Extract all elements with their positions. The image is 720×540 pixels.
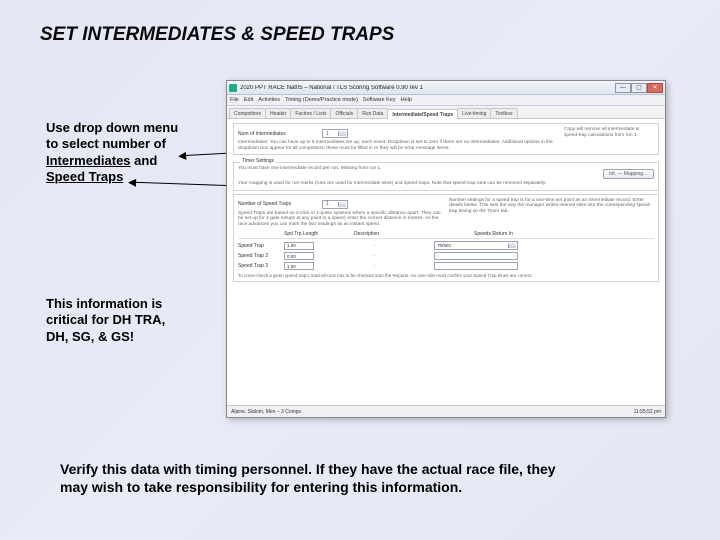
text: Verify this data with timing personnel. … <box>60 461 556 477</box>
tabbar: Competitors Header Factors / Lists Offic… <box>227 106 665 119</box>
speeds-return-cell <box>434 252 518 260</box>
desc-cell: - <box>314 263 434 269</box>
callout-critical: This information is critical for DH TRA,… <box>46 296 206 345</box>
menu-activities[interactable]: Activities <box>258 97 280 103</box>
menu-timing[interactable]: Timing (Demo/Practice mode) <box>285 97 358 103</box>
intermediates-select[interactable]: 1 <box>322 129 348 138</box>
app-icon <box>229 84 237 92</box>
tab-factors[interactable]: Factors / Lists <box>290 108 331 118</box>
minimize-button[interactable]: — <box>615 83 631 93</box>
status-left: Alpine, Slalom, Men – 3 Comps <box>231 409 301 415</box>
tab-toolbox[interactable]: Toolbox <box>490 108 517 118</box>
tab-competitors[interactable]: Competitors <box>229 108 266 118</box>
speeds-return-cell <box>434 262 518 270</box>
intro-panel: Num of Intermediates 1 Intermediates: Yo… <box>233 123 659 155</box>
grid-row: Speed Trap 1.00 - m/sec <box>238 241 654 250</box>
titlebar: 2020 PPT RACE Nat05 – National / TLS Sco… <box>227 81 665 95</box>
maximize-button[interactable]: ▢ <box>631 83 647 93</box>
close-button[interactable]: ✕ <box>647 83 663 93</box>
tab-intermediate-speed-traps[interactable]: Intermediate/Speed Traps <box>387 109 458 119</box>
text-underline: Speed Traps <box>46 169 123 184</box>
grid-header: Spd Trp Length Description Speeds Return… <box>238 231 654 239</box>
text: This information is <box>46 296 162 311</box>
mapping-note: Your mapping is used for run marks (runs… <box>238 181 654 187</box>
intro-hint-right: Copy will remove all intermediate & spee… <box>564 127 654 151</box>
text: and <box>131 153 158 168</box>
grid-note: To cross-check a given speed trap's read… <box>238 273 654 278</box>
grid-col-blank <box>238 231 284 237</box>
tab-live-timing[interactable]: Live-timing <box>457 108 491 118</box>
speed-trap-hint: Number settings for a speed trap is for … <box>449 198 654 228</box>
menubar: File Edit Activities Timing (Demo/Practi… <box>227 95 665 106</box>
num-speed-traps-value: 1 <box>326 201 329 207</box>
grid-row: Speed Trap 3 1.00 - <box>238 262 654 270</box>
grid-col-length: Spd Trp Length <box>284 231 354 237</box>
slide-title: SET INTERMEDIATES & SPEED TRAPS <box>40 24 394 46</box>
timer-settings-panel: Timer Settings You must have one interme… <box>233 162 659 191</box>
panel-legend: Timer Settings <box>240 158 276 164</box>
tab-header[interactable]: Header <box>265 108 291 118</box>
length-input[interactable]: 0.00 <box>284 252 314 260</box>
row-label: Speed Trap 2 <box>238 253 284 259</box>
window-controls: — ▢ ✕ <box>615 83 663 93</box>
tab-run-data[interactable]: Run Data <box>357 108 388 118</box>
text: critical for DH TRA, <box>46 312 165 327</box>
row-label: Speed Trap <box>238 243 284 249</box>
tab-content: Num of Intermediates 1 Intermediates: Yo… <box>227 119 665 405</box>
grid-row: Speed Trap 2 0.00 - <box>238 252 654 260</box>
app-window: 2020 PPT RACE Nat05 – National / TLS Sco… <box>226 80 666 418</box>
grid-col-speeds-return: Speeds Return In <box>474 231 654 237</box>
text: Use drop down menu <box>46 120 178 135</box>
unit-value: m/sec <box>438 243 484 249</box>
int-mapping-button[interactable]: Int. — Mapping… <box>603 169 654 179</box>
speed-trap-desc: Speed Traps are based on 2-click or 1-pu… <box>238 211 443 228</box>
menu-software-key[interactable]: Software Key <box>363 97 396 103</box>
statusbar: Alpine, Slalom, Men – 3 Comps 11:55:52 p… <box>227 405 665 417</box>
speed-trap-panel: Number of Speed Traps 1 Speed Traps are … <box>233 194 659 283</box>
text: DH, SG, & GS! <box>46 329 134 344</box>
menu-help[interactable]: Help <box>401 97 412 103</box>
menu-file[interactable]: File <box>230 97 239 103</box>
chevron-down-icon <box>511 245 515 250</box>
status-right: 11:55:52 pm <box>634 409 661 415</box>
text: to select number of <box>46 136 166 151</box>
menu-edit[interactable]: Edit <box>244 97 253 103</box>
text: may wish to take responsibility for ente… <box>60 479 462 495</box>
length-input[interactable]: 1.00 <box>284 262 314 270</box>
chevron-down-icon <box>341 204 345 209</box>
num-speed-traps-select[interactable]: 1 <box>322 200 348 209</box>
mapping-hint: You must have one intermediate record pe… <box>238 166 443 179</box>
tab-officials[interactable]: Officials <box>330 108 358 118</box>
num-speed-traps-label: Number of Speed Traps <box>238 201 318 207</box>
window-title: 2020 PPT RACE Nat05 – National / TLS Sco… <box>240 85 615 91</box>
desc-cell: - <box>314 243 434 249</box>
intermediates-label: Num of Intermediates <box>238 131 318 137</box>
text-underline: Intermediates <box>46 153 131 168</box>
desc-cell: - <box>314 253 434 259</box>
chevron-down-icon <box>341 133 345 138</box>
intro-hint: Intermediates: You can have up to 5 inte… <box>238 140 558 151</box>
bottom-note: Verify this data with timing personnel. … <box>60 460 660 496</box>
row-label: Speed Trap 3 <box>238 263 284 269</box>
speeds-return-select[interactable]: m/sec <box>434 241 518 250</box>
length-input[interactable]: 1.00 <box>284 242 314 250</box>
grid-col-description: Description <box>354 231 474 237</box>
